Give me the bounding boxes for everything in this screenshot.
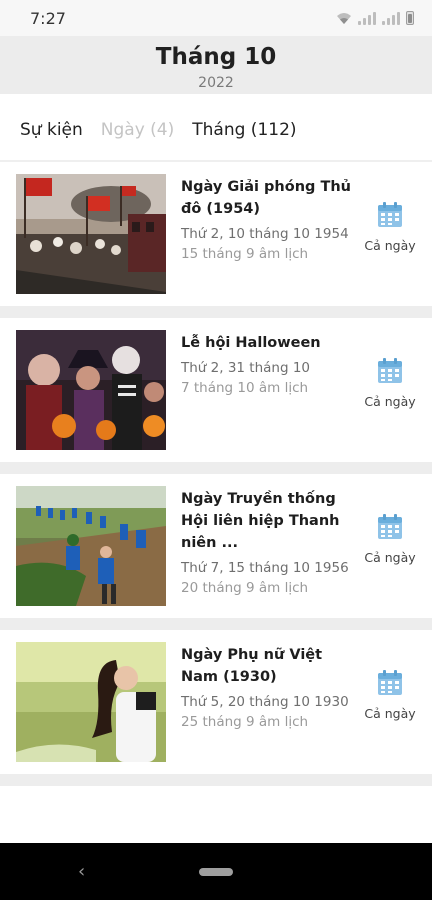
event-item[interactable]: Ngày Giải phóng Thủ đô (1954) Thứ 2, 10 … bbox=[0, 162, 432, 318]
signal-icon bbox=[358, 11, 376, 25]
battery-icon bbox=[406, 11, 414, 25]
event-item[interactable]: Lễ hội Halloween Thứ 2, 31 tháng 10 7 th… bbox=[0, 318, 432, 474]
event-thumbnail bbox=[16, 174, 166, 294]
event-title: Ngày Truyền thống Hội liên hiệp Thanh ni… bbox=[181, 491, 340, 551]
month-header: Tháng 10 2022 bbox=[0, 36, 432, 94]
home-pill-icon[interactable] bbox=[199, 867, 233, 876]
event-thumbnail bbox=[16, 330, 166, 450]
page-title: Tháng 10 bbox=[155, 44, 277, 70]
all-day-label: Cả ngày bbox=[364, 238, 416, 253]
event-date: Thứ 7, 15 tháng 10 1956 bbox=[181, 560, 349, 576]
event-list: Ngày Giải phóng Thủ đô (1954) Thứ 2, 10 … bbox=[0, 162, 432, 786]
event-text: Ngày Giải phóng Thủ đô (1954) Thứ 2, 10 … bbox=[181, 176, 356, 264]
event-lunar-date: 25 tháng 9 âm lịch bbox=[181, 714, 309, 730]
event-item[interactable]: Ngày Truyền thống Hội liên hiệp Thanh ni… bbox=[0, 474, 432, 630]
tab-bar: Sự kiện Ngày (4) Tháng (112) bbox=[0, 110, 432, 150]
event-title: Ngày Phụ nữ Việt Nam (1930) bbox=[181, 647, 323, 685]
event-title: Lễ hội Halloween bbox=[181, 335, 321, 351]
event-lunar-date: 20 tháng 9 âm lịch bbox=[181, 580, 309, 596]
back-icon[interactable]: ‹ bbox=[78, 861, 85, 882]
all-day-label: Cả ngày bbox=[364, 706, 416, 721]
event-title: Ngày Giải phóng Thủ đô (1954) bbox=[181, 179, 351, 217]
tab-su-kien[interactable]: Sự kiện bbox=[20, 120, 83, 140]
event-text: Ngày Phụ nữ Việt Nam (1930) Thứ 5, 20 th… bbox=[181, 644, 356, 732]
all-day-label: Cả ngày bbox=[364, 550, 416, 565]
calendar-icon bbox=[378, 514, 402, 539]
event-thumbnail bbox=[16, 642, 166, 762]
tab-thang[interactable]: Tháng (112) bbox=[192, 120, 296, 140]
event-date: Thứ 2, 31 tháng 10 bbox=[181, 360, 311, 376]
event-thumbnail bbox=[16, 486, 166, 606]
event-all-day[interactable]: Cả ngày bbox=[362, 358, 418, 409]
event-text: Lễ hội Halloween Thứ 2, 31 tháng 10 7 th… bbox=[181, 332, 356, 398]
event-lunar-date: 7 tháng 10 âm lịch bbox=[181, 380, 309, 396]
calendar-icon bbox=[378, 358, 402, 383]
tab-ngay[interactable]: Ngày (4) bbox=[101, 120, 174, 140]
event-all-day[interactable]: Cả ngày bbox=[362, 514, 418, 565]
event-all-day[interactable]: Cả ngày bbox=[362, 202, 418, 253]
signal-2-icon bbox=[382, 11, 400, 25]
all-day-label: Cả ngày bbox=[364, 394, 416, 409]
event-text: Ngày Truyền thống Hội liên hiệp Thanh ni… bbox=[181, 488, 356, 598]
system-nav-bar: ‹ bbox=[0, 843, 432, 900]
status-time: 7:27 bbox=[30, 8, 66, 28]
event-date: Thứ 2, 10 tháng 10 1954 bbox=[181, 226, 349, 242]
wifi-icon bbox=[337, 13, 351, 24]
year-label: 2022 bbox=[198, 75, 234, 91]
calendar-icon bbox=[378, 202, 402, 227]
status-bar: 7:27 bbox=[0, 0, 432, 36]
event-item[interactable]: Ngày Phụ nữ Việt Nam (1930) Thứ 5, 20 th… bbox=[0, 630, 432, 786]
status-icons bbox=[336, 11, 414, 25]
event-all-day[interactable]: Cả ngày bbox=[362, 670, 418, 721]
event-date: Thứ 5, 20 tháng 10 1930 bbox=[181, 694, 349, 710]
event-lunar-date: 15 tháng 9 âm lịch bbox=[181, 246, 309, 262]
calendar-icon bbox=[378, 670, 402, 695]
